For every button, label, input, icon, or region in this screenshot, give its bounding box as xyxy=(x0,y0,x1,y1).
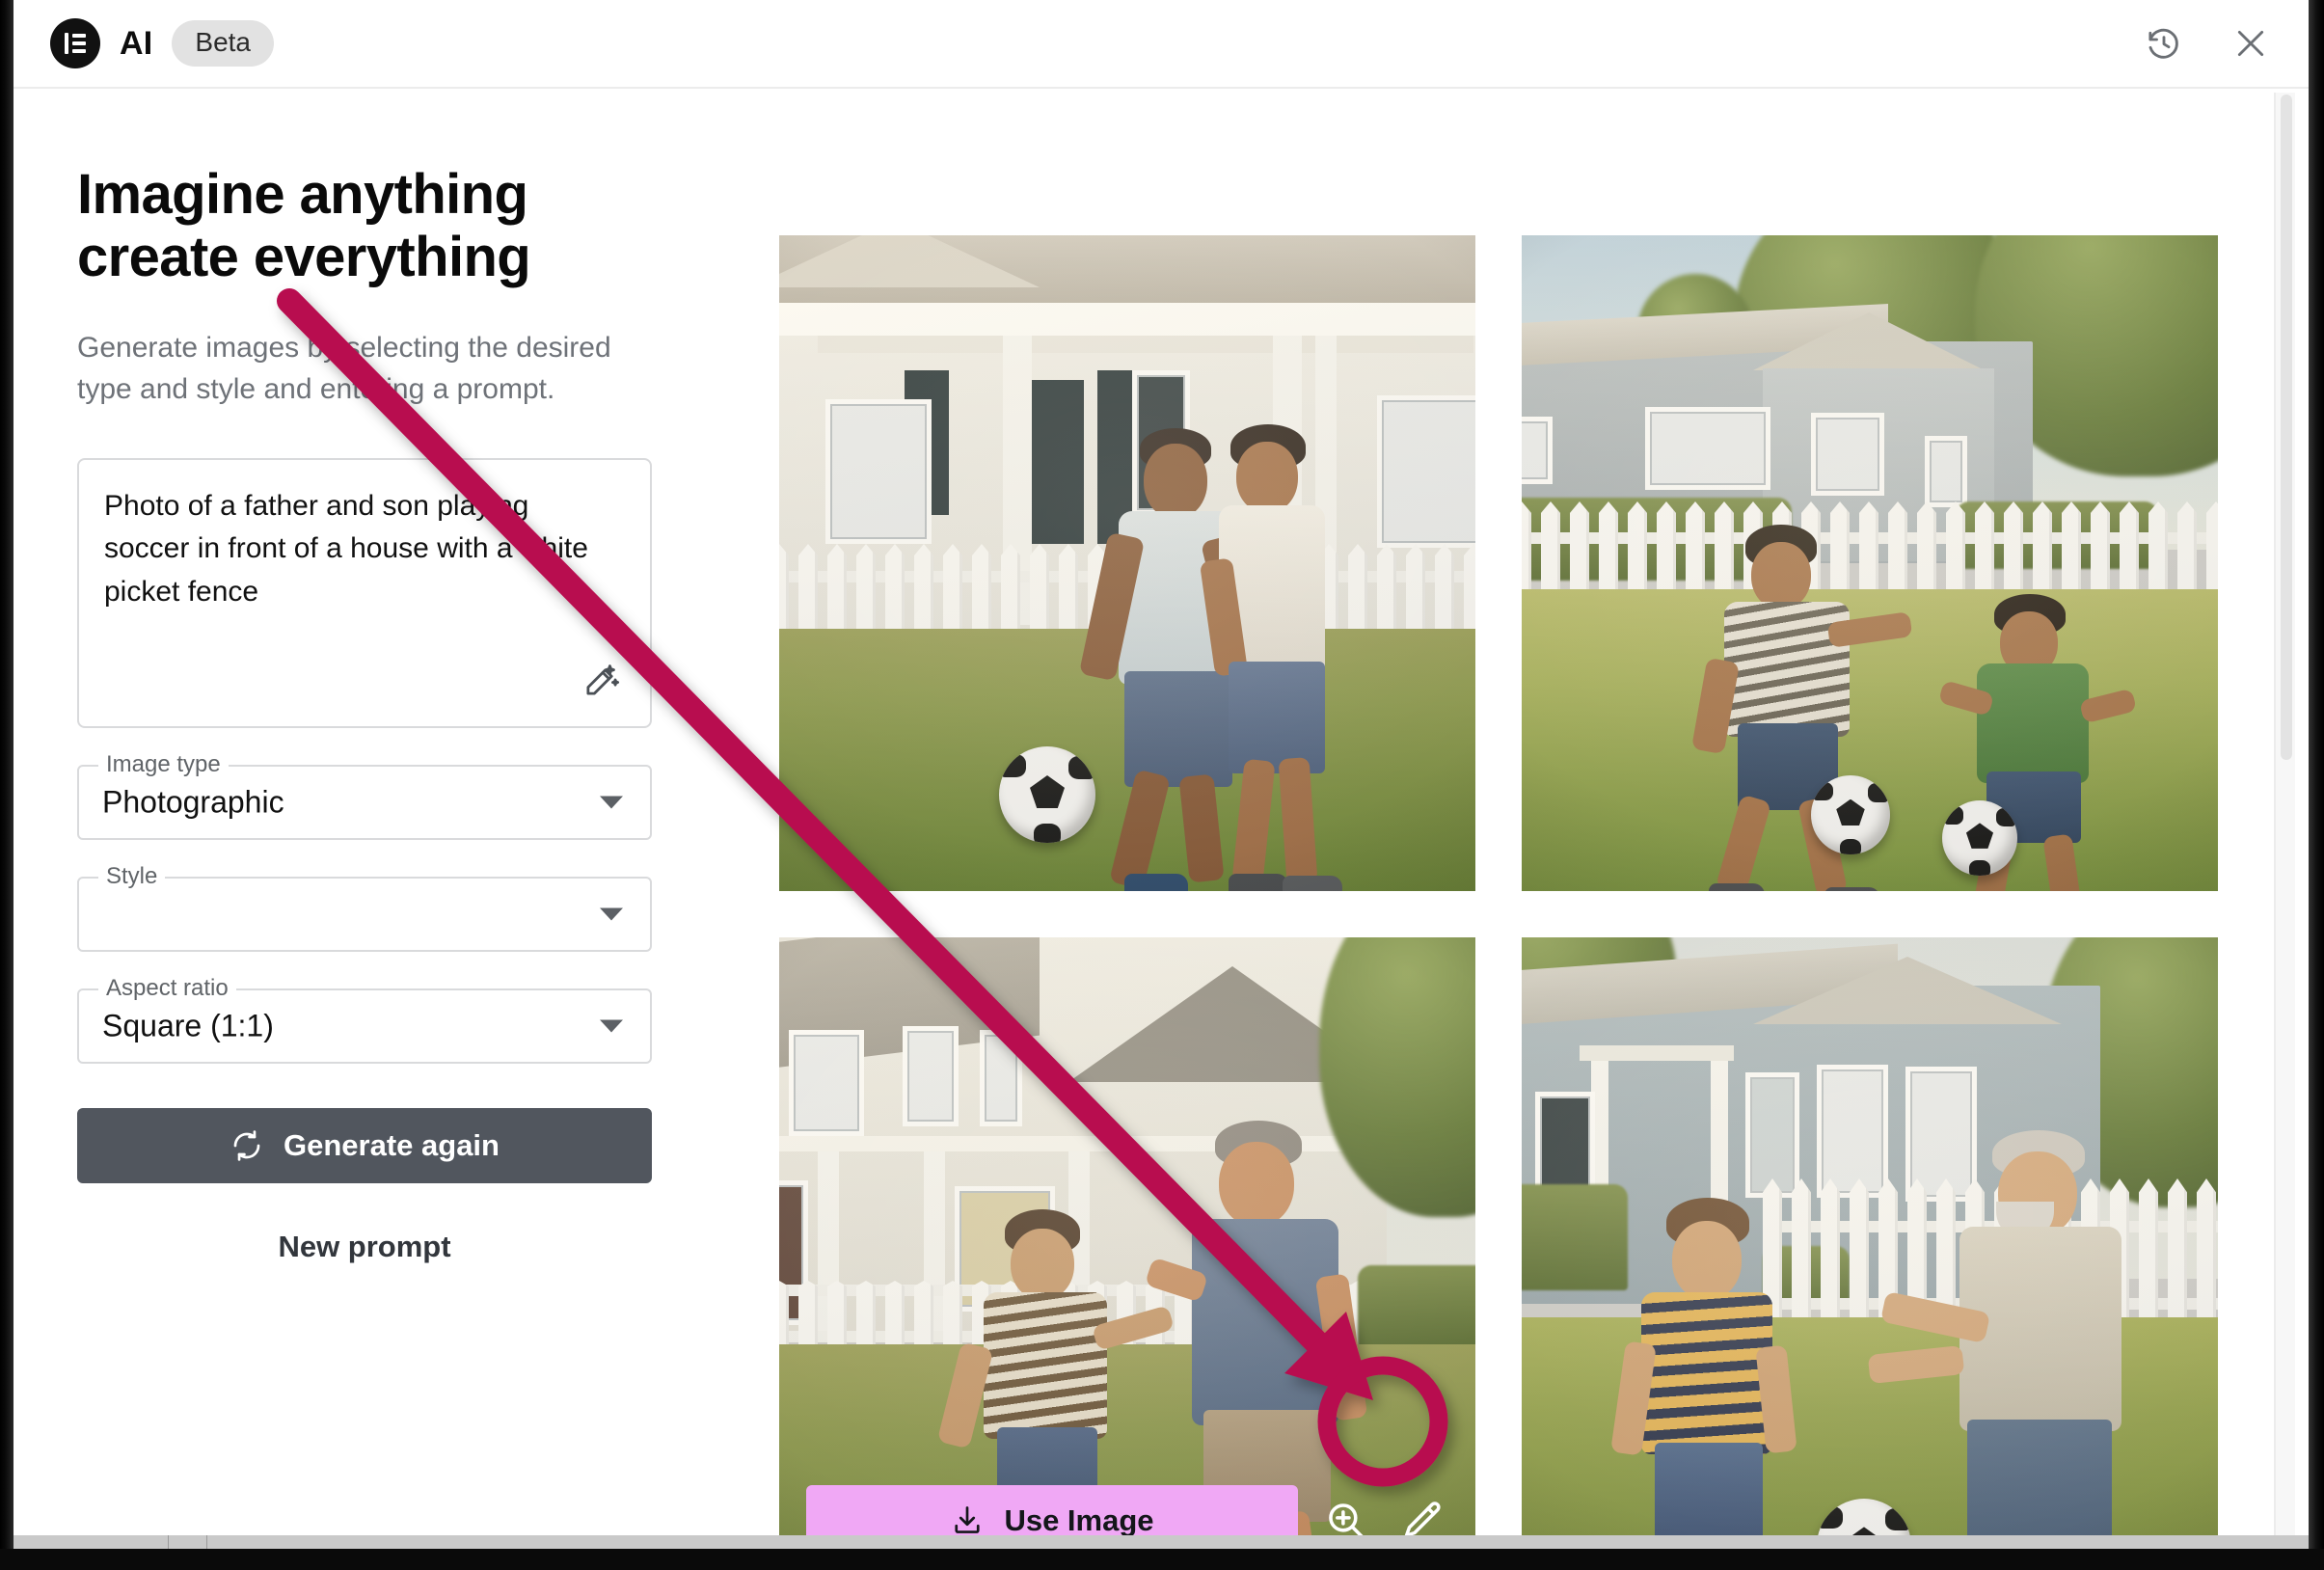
result-card[interactable] xyxy=(1522,937,2218,1551)
result-card[interactable]: Use Image xyxy=(779,937,1475,1551)
soccer-ball xyxy=(1942,800,2017,876)
screenshot-root: AI Beta Imagine anything create everythi… xyxy=(0,0,2324,1570)
refresh-icon xyxy=(230,1128,264,1163)
brand-title: AI xyxy=(120,24,153,62)
image-type-label: Image type xyxy=(98,753,229,777)
generated-image xyxy=(779,235,1475,891)
prompt-input[interactable]: Photo of a father and son playing soccer… xyxy=(104,485,611,613)
chevron-down-icon[interactable] xyxy=(600,796,623,809)
vertical-scrollbar[interactable] xyxy=(2274,93,2295,1539)
image-type-select[interactable]: Image type Photographic xyxy=(77,753,652,841)
page-edge-left xyxy=(0,0,14,1551)
download-icon xyxy=(950,1503,985,1538)
window-bottom-strip xyxy=(14,1535,2309,1549)
style-select[interactable]: Style xyxy=(77,865,652,953)
magic-wand-icon[interactable] xyxy=(581,661,621,701)
chevron-down-icon[interactable] xyxy=(600,907,623,921)
image-type-value: Photographic xyxy=(102,784,284,820)
beta-badge: Beta xyxy=(172,20,275,67)
header-actions xyxy=(2143,22,2272,65)
generated-image xyxy=(1522,235,2218,891)
aspect-ratio-value: Square (1:1) xyxy=(102,1008,274,1043)
close-x-icon[interactable] xyxy=(2229,22,2272,65)
generate-again-button[interactable]: Generate again xyxy=(77,1108,652,1184)
brand: AI Beta xyxy=(50,18,275,68)
modal-body: Imagine anything create everything Gener… xyxy=(14,89,2309,1551)
scrollbar-thumb[interactable] xyxy=(2281,95,2292,760)
prompt-panel: Imagine anything create everything Gener… xyxy=(14,89,756,1551)
results-scroll-area: Use Image xyxy=(756,89,2309,1551)
elementor-logo-icon xyxy=(50,18,100,68)
chevron-down-icon[interactable] xyxy=(600,1019,623,1033)
page-title: Imagine anything create everything xyxy=(77,163,531,288)
generated-image xyxy=(1522,937,2218,1551)
new-prompt-button[interactable]: New prompt xyxy=(77,1230,652,1264)
result-card[interactable] xyxy=(1522,235,2218,891)
results-grid: Use Image xyxy=(779,235,2218,1551)
result-card[interactable] xyxy=(779,235,1475,891)
use-image-label: Use Image xyxy=(1004,1503,1154,1537)
soccer-ball xyxy=(999,746,1095,843)
modal-header: AI Beta xyxy=(14,0,2309,89)
prompt-input-wrapper[interactable]: Photo of a father and son playing soccer… xyxy=(77,458,652,729)
soccer-ball xyxy=(1811,775,1890,854)
elementor-ai-modal: AI Beta Imagine anything create everythi… xyxy=(14,0,2309,1551)
style-label: Style xyxy=(98,865,166,889)
page-subtitle: Generate images by selecting the desired… xyxy=(77,331,611,405)
page-edge-right xyxy=(2309,0,2324,1551)
page-edge-bottom xyxy=(0,1549,2324,1570)
generate-again-label: Generate again xyxy=(284,1128,500,1163)
history-clock-icon[interactable] xyxy=(2143,22,2185,65)
aspect-ratio-label: Aspect ratio xyxy=(98,977,236,1001)
aspect-ratio-select[interactable]: Aspect ratio Square (1:1) xyxy=(77,977,652,1065)
